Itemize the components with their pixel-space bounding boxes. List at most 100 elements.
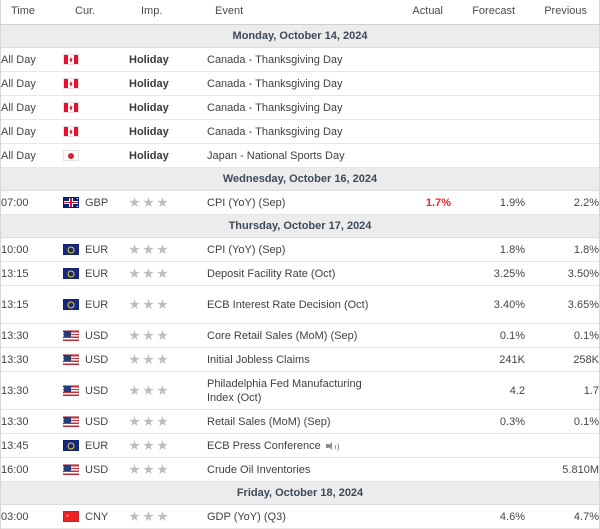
cell-time: 07:00: [1, 190, 63, 215]
cell-time: 13:30: [1, 409, 63, 434]
cell-time: 13:15: [1, 285, 63, 324]
united-states-flag-icon: [63, 330, 79, 341]
currency-code: USD: [85, 463, 109, 476]
cell-event[interactable]: Canada - Thanksgiving Day: [207, 119, 381, 144]
table-row[interactable]: 16:00 USD Crude Oil Inventories 5.810M: [1, 457, 599, 482]
cell-time: 13:30: [1, 371, 63, 410]
column-header-actual[interactable]: Actual: [381, 0, 451, 25]
cell-event[interactable]: ECB Interest Rate Decision (Oct): [207, 285, 381, 324]
cell-importance: Holiday: [129, 71, 207, 96]
cell-event[interactable]: Canada - Thanksgiving Day: [207, 95, 381, 120]
cell-event[interactable]: GDP (YoY) (Q3): [207, 504, 381, 529]
importance-stars: [129, 244, 207, 255]
event-name: Canada - Thanksgiving Day: [207, 101, 343, 114]
column-header-currency[interactable]: Cur.: [63, 0, 129, 25]
speaker-icon[interactable]: [325, 441, 339, 452]
currency-code: GBP: [85, 196, 109, 209]
star-icon: [157, 354, 168, 365]
cell-importance: Holiday: [129, 47, 207, 72]
cell-importance: [129, 504, 207, 529]
cell-importance: [129, 285, 207, 324]
cell-previous: 258K: [525, 347, 599, 372]
date-separator-row: Thursday, October 17, 2024: [1, 214, 599, 238]
european-union-flag-icon: [63, 440, 79, 451]
cell-time: 10:00: [1, 237, 63, 262]
table-row[interactable]: All Day Holiday Canada - Thanksgiving Day: [1, 95, 599, 120]
holiday-label: Holiday: [129, 125, 169, 138]
column-header-importance[interactable]: Imp.: [129, 0, 207, 25]
cell-event[interactable]: CPI (YoY) (Sep): [207, 237, 381, 262]
united-states-flag-icon: [63, 354, 79, 365]
star-icon: [143, 440, 154, 451]
table-row[interactable]: 13:30 USD Retail Sales (MoM) (Sep) 0.3% 0.1%: [1, 409, 599, 434]
column-header-event[interactable]: Event: [207, 0, 381, 25]
currency-code: USD: [85, 415, 109, 428]
cell-event[interactable]: ECB Press Conference: [207, 433, 381, 458]
cell-event[interactable]: CPI (YoY) (Sep): [207, 190, 381, 215]
cell-actual: [381, 237, 451, 262]
table-row[interactable]: 07:00 GBP CPI (YoY) (Sep) 1.7% 1.9% 2.2%: [1, 190, 599, 215]
table-row[interactable]: All Day Holiday Japan - National Sports Da…: [1, 143, 599, 168]
cell-event[interactable]: Crude Oil Inventories: [207, 457, 381, 482]
star-icon: [143, 464, 154, 475]
cell-time: All Day: [1, 119, 63, 144]
cell-event[interactable]: Deposit Facility Rate (Oct): [207, 261, 381, 286]
cell-event[interactable]: Japan - National Sports Day: [207, 143, 381, 168]
star-icon: [143, 197, 154, 208]
cell-actual: [381, 143, 451, 168]
column-header-time[interactable]: Time: [1, 0, 63, 25]
cell-event[interactable]: Retail Sales (MoM) (Sep): [207, 409, 381, 434]
star-icon: [129, 440, 140, 451]
table-row[interactable]: 13:45 EUR ECB Press Conference: [1, 433, 599, 458]
column-header-forecast[interactable]: Forecast: [451, 0, 525, 25]
star-icon: [157, 464, 168, 475]
table-row[interactable]: 13:30 USD Initial Jobless Claims 241K 258K: [1, 347, 599, 372]
star-icon: [143, 268, 154, 279]
table-row[interactable]: 13:15 EUR ECB Interest Rate Decision (Oct)…: [1, 285, 599, 324]
event-name: CPI (YoY) (Sep): [207, 196, 286, 209]
table-row[interactable]: 13:30 USD Philadelphia Fed Manufacturing I…: [1, 371, 599, 410]
cell-event[interactable]: Canada - Thanksgiving Day: [207, 71, 381, 96]
table-row[interactable]: All Day Holiday Canada - Thanksgiving Day: [1, 71, 599, 96]
star-icon: [157, 268, 168, 279]
star-icon: [143, 385, 154, 396]
star-icon: [143, 244, 154, 255]
cell-importance: Holiday: [129, 95, 207, 120]
table-row[interactable]: 10:00 EUR CPI (YoY) (Sep) 1.8% 1.8%: [1, 237, 599, 262]
holiday-label: Holiday: [129, 77, 169, 90]
cell-time: All Day: [1, 143, 63, 168]
cell-event[interactable]: Canada - Thanksgiving Day: [207, 47, 381, 72]
cell-event[interactable]: Philadelphia Fed Manufacturing Index (Oc…: [207, 371, 381, 410]
cell-importance: [129, 371, 207, 410]
cell-actual: [381, 285, 451, 324]
currency-code: USD: [85, 384, 109, 397]
event-name: Canada - Thanksgiving Day: [207, 77, 343, 90]
calendar-body: Monday, October 14, 2024 All Day Holiday Ca…: [1, 24, 599, 529]
importance-stars: [129, 385, 207, 396]
star-icon: [129, 464, 140, 475]
table-row[interactable]: All Day Holiday Canada - Thanksgiving Day: [1, 119, 599, 144]
holiday-label: Holiday: [129, 149, 169, 162]
column-header-previous[interactable]: Previous: [525, 0, 599, 25]
currency-code: USD: [85, 329, 109, 342]
event-name: Japan - National Sports Day: [207, 149, 345, 162]
cell-actual: [381, 504, 451, 529]
table-row[interactable]: 03:00 CNY GDP (YoY) (Q3) 4.6% 4.7%: [1, 504, 599, 529]
cell-currency: [63, 71, 129, 96]
event-name: Canada - Thanksgiving Day: [207, 125, 343, 138]
table-row[interactable]: 13:30 USD Core Retail Sales (MoM) (Sep) 0.1…: [1, 323, 599, 348]
star-icon: [157, 511, 168, 522]
japan-flag-icon: [63, 150, 79, 161]
importance-stars: [129, 464, 207, 475]
cell-time: All Day: [1, 95, 63, 120]
table-row[interactable]: 13:15 EUR Deposit Facility Rate (Oct) 3.25%…: [1, 261, 599, 286]
cell-event[interactable]: Initial Jobless Claims: [207, 347, 381, 372]
canada-flag-icon: [63, 102, 79, 113]
event-name: Core Retail Sales (MoM) (Sep): [207, 329, 358, 342]
currency-code: EUR: [85, 267, 109, 280]
cell-currency: USD: [63, 457, 129, 482]
canada-flag-icon: [63, 126, 79, 137]
table-row[interactable]: All Day Holiday Canada - Thanksgiving Day: [1, 47, 599, 72]
cell-currency: EUR: [63, 237, 129, 262]
cell-event[interactable]: Core Retail Sales (MoM) (Sep): [207, 323, 381, 348]
